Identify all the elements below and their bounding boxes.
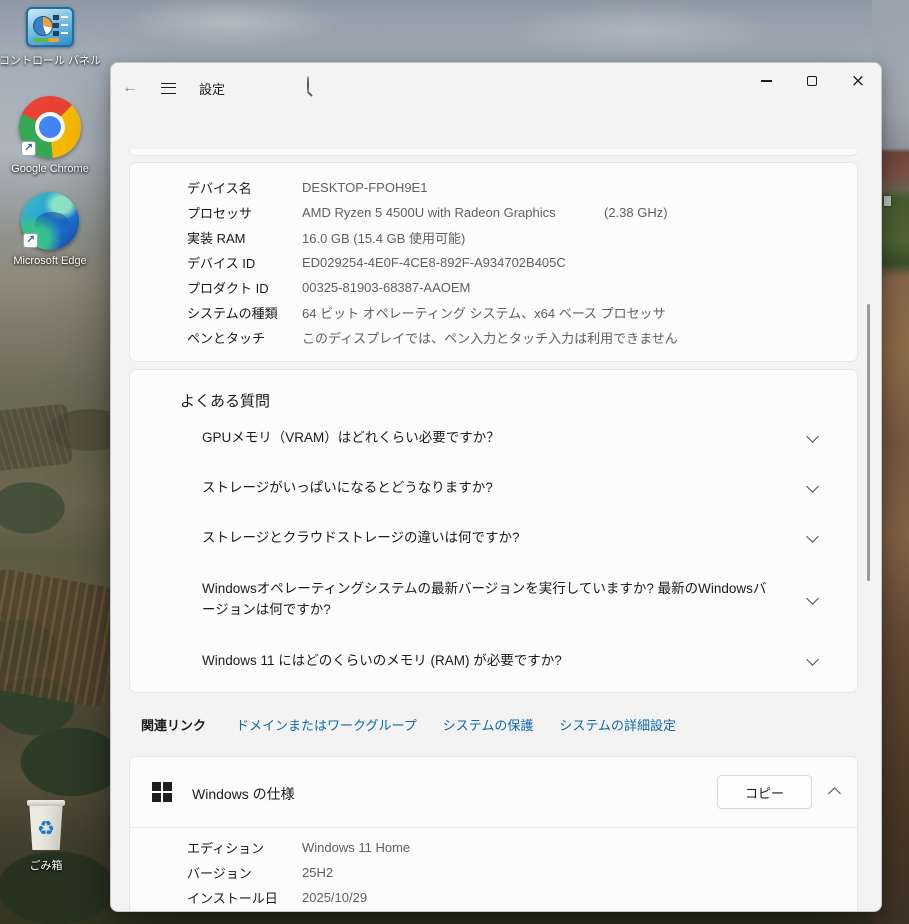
- back-button[interactable]: ←: [111, 71, 149, 105]
- row-label: インストール日: [187, 888, 278, 907]
- recycle-bin-icon: ♻: [24, 800, 68, 852]
- faq-card: よくある質問 GPUメモリ（VRAM）はどれくらい必要ですか？ ストレージがいっ…: [129, 369, 858, 693]
- device-info-row: プロダクト ID 00325-81903-68387-AAOEM: [130, 275, 857, 300]
- minimize-icon: [761, 80, 772, 81]
- search-button[interactable]: [307, 77, 309, 92]
- row-value: このディスプレイでは、ペン入力とタッチ入力は利用できません: [302, 328, 678, 347]
- desktop-icon-label: ごみ箱: [30, 857, 63, 873]
- desktop-icon-control-panel[interactable]: コントロール パネル: [0, 7, 100, 68]
- windows-spec-header[interactable]: Windows の仕様 コピー: [130, 757, 857, 827]
- settings-window: ← 設定 × システム › バージョン情報: [110, 62, 882, 912]
- device-info-row: システムの種類 64 ビット オペレーティング システム、x64 ベース プロセ…: [130, 300, 857, 325]
- faq-question[interactable]: ストレージがいっぱいになるとどうなりますか?: [202, 477, 777, 498]
- recycle-bin-lid: [27, 800, 65, 806]
- row-label: ペンとタッチ: [187, 328, 265, 347]
- wallpaper-vineyard-patch: [0, 568, 123, 708]
- row-label: システムの種類: [187, 303, 278, 322]
- desktop-icon-microsoft-edge[interactable]: ↗ Microsoft Edge: [0, 192, 100, 267]
- row-extra-value: (2.38 GHz): [604, 205, 668, 220]
- scrolled-card-edge: [129, 149, 858, 156]
- row-value: 2025/10/29: [302, 890, 367, 905]
- device-info-row: プロセッサ AMD Ryzen 5 4500U with Radeon Grap…: [130, 200, 857, 225]
- row-label: 実装 RAM: [187, 228, 246, 247]
- device-info-row: デバイス ID ED029254-4E0F-4CE8-892F-A934702B…: [130, 250, 857, 275]
- shortcut-arrow-icon: ↗: [23, 233, 38, 248]
- chevron-down-icon[interactable]: [806, 653, 819, 666]
- link-advanced-system-settings[interactable]: システムの詳細設定: [559, 715, 676, 734]
- spec-row: バージョン 25H2: [130, 860, 857, 885]
- link-system-protection[interactable]: システムの保護: [443, 715, 534, 734]
- edge-icon: ↗: [21, 192, 79, 250]
- link-domain-or-workgroup[interactable]: ドメインまたはワークグループ: [236, 715, 417, 734]
- chevron-down-icon[interactable]: [806, 592, 819, 605]
- wallpaper-vineyard-patch: [0, 403, 73, 472]
- row-value: 16.0 GB (15.4 GB 使用可能): [302, 228, 465, 247]
- chevron-down-icon[interactable]: [806, 430, 819, 443]
- windows-spec-title: Windows の仕様: [192, 784, 295, 804]
- chrome-icon: ↗: [19, 96, 81, 158]
- windows-logo-icon: [152, 782, 172, 802]
- chevron-down-icon[interactable]: [806, 530, 819, 543]
- row-label: デバイス ID: [187, 253, 255, 272]
- search-icon: [307, 76, 309, 93]
- wallpaper-house-window: [884, 196, 891, 206]
- close-button[interactable]: ×: [835, 63, 881, 99]
- shortcut-arrow-icon: ↗: [21, 141, 36, 156]
- control-panel-icon: [26, 7, 74, 47]
- desktop-icon-label: Microsoft Edge: [13, 255, 86, 267]
- faq-question[interactable]: Windows 11 にはどのくらいのメモリ (RAM) が必要ですか?: [202, 650, 777, 671]
- desktop-icon-label: コントロール パネル: [0, 52, 101, 68]
- row-value: 25H2: [302, 865, 333, 880]
- row-value: AMD Ryzen 5 4500U with Radeon Graphics: [302, 205, 556, 220]
- device-info-row: 実装 RAM 16.0 GB (15.4 GB 使用可能): [130, 225, 857, 250]
- row-value: ED029254-4E0F-4CE8-892F-A934702B405C: [302, 255, 566, 270]
- scrollbar[interactable]: [867, 304, 870, 581]
- row-value: DESKTOP-FPOH9E1: [302, 180, 427, 195]
- recycle-bin-body: ♻: [28, 806, 64, 850]
- bar-glyph: [33, 38, 59, 42]
- maximize-button[interactable]: [789, 63, 835, 99]
- related-links-row: 関連リンク ドメインまたはワークグループ システムの保護 システムの詳細設定: [129, 699, 858, 749]
- row-label: デバイス名: [187, 178, 252, 197]
- windows-spec-card: Windows の仕様 コピー エディション Windows 11 Home バ…: [129, 756, 858, 912]
- chevron-up-icon[interactable]: [828, 787, 841, 800]
- row-value: 64 ビット オペレーティング システム、x64 ベース プロセッサ: [302, 303, 666, 322]
- related-links-title: 関連リンク: [141, 715, 206, 734]
- faq-question[interactable]: GPUメモリ（VRAM）はどれくらい必要ですか？: [202, 427, 777, 448]
- close-icon: ×: [851, 73, 865, 90]
- back-arrow-icon: ←: [122, 79, 138, 97]
- maximize-icon: [807, 76, 817, 86]
- row-value: Windows 11 Home: [302, 840, 410, 855]
- pie-chart-glyph: [33, 16, 53, 36]
- row-label: プロダクト ID: [187, 278, 269, 297]
- app-title: 設定: [199, 79, 225, 98]
- chevron-down-icon[interactable]: [806, 480, 819, 493]
- row-value: 00325-81903-68387-AAOEM: [302, 280, 470, 295]
- faq-question[interactable]: ストレージとクラウドストレージの違いは何ですか?: [202, 527, 777, 548]
- faq-section-title: よくある質問: [180, 390, 270, 411]
- desktop-icon-recycle-bin[interactable]: ♻ ごみ箱: [0, 800, 96, 873]
- spec-row: インストール日 2025/10/29: [130, 885, 857, 910]
- titlebar[interactable]: ← 設定 ×: [111, 63, 881, 113]
- minimize-button[interactable]: [743, 63, 789, 99]
- copy-button[interactable]: コピー: [717, 775, 812, 809]
- row-label: エディション: [187, 838, 264, 857]
- device-info-card: デバイス名 DESKTOP-FPOH9E1 プロセッサ AMD Ryzen 5 …: [129, 162, 858, 362]
- device-info-row: デバイス名 DESKTOP-FPOH9E1: [130, 175, 857, 200]
- row-label: プロセッサ: [187, 203, 252, 222]
- device-info-row: ペンとタッチ このディスプレイでは、ペン入力とタッチ入力は利用できません: [130, 325, 857, 350]
- list-glyph: [53, 15, 68, 37]
- divider: [130, 827, 857, 828]
- desktop-icon-google-chrome[interactable]: ↗ Google Chrome: [0, 96, 100, 175]
- desktop-icon-label: Google Chrome: [11, 163, 89, 175]
- spec-row: エディション Windows 11 Home: [130, 835, 857, 860]
- faq-question[interactable]: Windowsオペレーティングシステムの最新バージョンを実行していますか? 最新…: [202, 578, 777, 620]
- row-label: バージョン: [187, 863, 252, 882]
- hamburger-icon: [161, 83, 176, 94]
- nav-menu-button[interactable]: [149, 71, 187, 105]
